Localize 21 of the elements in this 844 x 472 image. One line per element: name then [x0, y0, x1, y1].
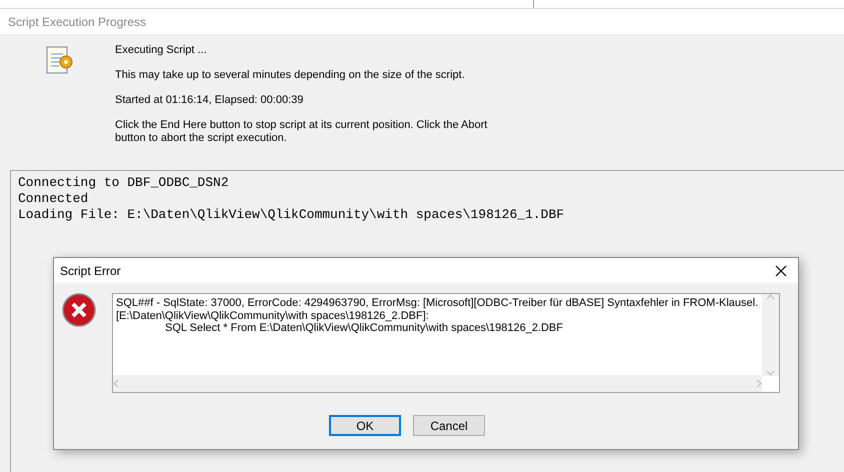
- dialog-title: Script Error: [60, 264, 121, 278]
- message-line: SQL##f - SqlState: 37000, ErrorCode: 4294963790, ErrorMsg: [Microsoft][ODBC-Treiber für dBASE] Syntaxfehler in FROM-Klausel.: [116, 297, 760, 310]
- progress-text: This may take up to several minutes depending on the size of the script.: [115, 69, 466, 82]
- scroll-up-icon[interactable]: [766, 294, 775, 300]
- progress-text: Executing Script ...: [115, 44, 208, 57]
- progress-text: Click the End Here button to stop script at its current position. Click the Abort button to abort the script execution.: [115, 119, 488, 145]
- cancel-button[interactable]: Cancel: [413, 415, 485, 436]
- log-line: Loading File: E:\Daten\QlikView\QlikCommunity\with spaces\198126_1.DBF: [18, 207, 566, 223]
- ok-button[interactable]: OK: [329, 415, 401, 436]
- log-line: Connected: [18, 191, 90, 207]
- scroll-left-icon[interactable]: [113, 379, 119, 388]
- scrollbar[interactable]: [113, 375, 762, 392]
- message-line: SQL Select * From E:\Daten\QlikView\QlikCommunity\with spaces\198126_2.DBF: [164, 322, 564, 334]
- window-title: Script Execution Progress: [0, 9, 844, 34]
- scroll-down-icon[interactable]: [766, 370, 775, 376]
- message-line: [E:\Daten\QlikView\QlikCommunity\with spaces\198126_2.DBF]:: [116, 310, 430, 322]
- progress-text: Started at 01:16:14, Elapsed: 00:00:39: [115, 94, 304, 107]
- error-icon: [62, 293, 96, 327]
- scroll-right-icon[interactable]: [756, 379, 762, 388]
- scrollbar[interactable]: [762, 294, 779, 376]
- log-line: Connecting to DBF_ODBC_DSN2: [18, 175, 230, 191]
